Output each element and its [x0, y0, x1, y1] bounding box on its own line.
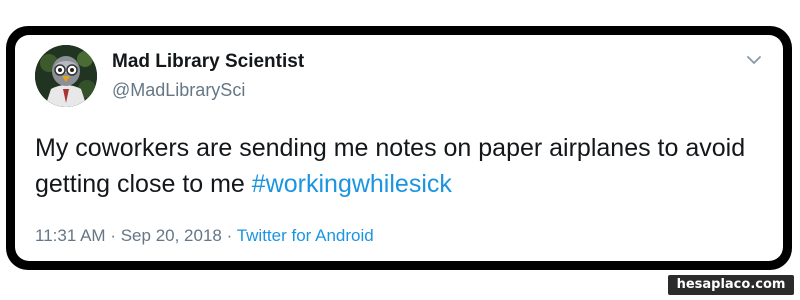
meta-separator-2: ·: [226, 226, 233, 245]
watermark: hesaplaco.com: [668, 275, 794, 295]
tweet-meta: 11:31 AM · Sep 20, 2018 · Twitter for An…: [35, 226, 374, 246]
avatar-image: [35, 45, 97, 107]
avatar[interactable]: [35, 45, 97, 107]
hashtag-link[interactable]: #workingwhilesick: [252, 170, 452, 198]
tweet-time[interactable]: 11:31 AM: [35, 226, 106, 245]
meta-separator: ·: [110, 226, 116, 245]
chevron-down-icon[interactable]: [743, 49, 765, 71]
user-handle[interactable]: @MadLibrarySci: [112, 80, 245, 101]
tweet-date[interactable]: Sep 20, 2018: [121, 226, 222, 245]
display-name[interactable]: Mad Library Scientist: [112, 51, 304, 73]
tweet-text: My coworkers are sending me notes on pap…: [35, 130, 775, 202]
tweet-card: Mad Library Scientist @MadLibrarySci My …: [15, 35, 783, 261]
tweet-source-link[interactable]: Twitter for Android: [237, 226, 374, 245]
